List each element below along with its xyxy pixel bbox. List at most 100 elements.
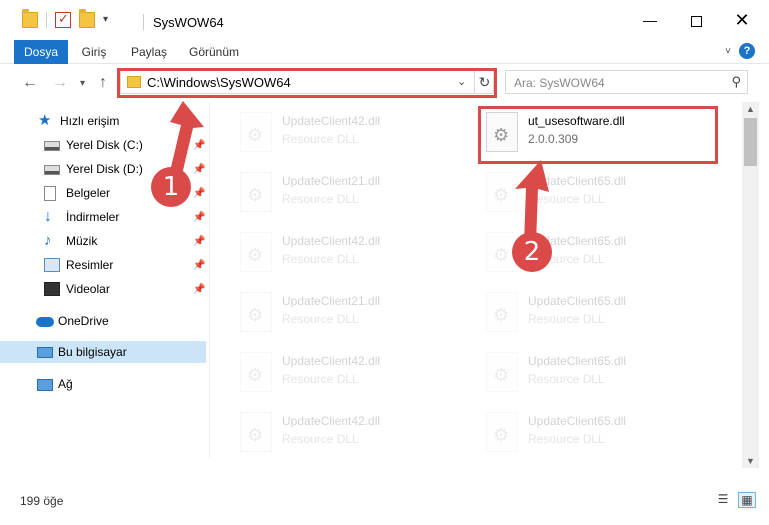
- recent-locations-icon[interactable]: ▾: [80, 78, 85, 89]
- sidebar-item-label: Yerel Disk (C:): [66, 138, 143, 152]
- help-icon[interactable]: ?: [739, 43, 755, 59]
- sidebar-item-network[interactable]: Ağ: [0, 373, 206, 395]
- search-input[interactable]: Ara: SysWOW64 ⚲: [505, 70, 748, 94]
- file-name: UpdateClient42.dll: [282, 354, 381, 368]
- tab-view[interactable]: Görünüm: [184, 40, 244, 64]
- list-item[interactable]: ⚙ UpdateClient65.dll Resource DLL: [478, 406, 708, 458]
- toolbar-divider: [46, 12, 47, 28]
- list-item[interactable]: ⚙ UpdateClient65.dll Resource DLL: [478, 286, 708, 338]
- list-item[interactable]: ⚙ UpdateClient65.dll Resource DLL: [478, 166, 708, 218]
- sidebar-item-music[interactable]: ♪ Müzik 📌: [0, 230, 206, 252]
- quick-access-toolbar: ▾: [22, 9, 119, 28]
- dll-file-icon: ⚙: [486, 172, 518, 212]
- window-title: SysWOW64: [153, 15, 224, 30]
- file-name: UpdateClient42.dll: [282, 114, 381, 128]
- dll-file-icon: ⚙: [240, 112, 272, 152]
- network-icon: [37, 379, 53, 391]
- file-description: Resource DLL: [282, 312, 359, 326]
- this-pc-icon: [37, 347, 53, 358]
- file-description: Resource DLL: [282, 252, 359, 266]
- file-highlight-box: [478, 106, 718, 164]
- new-folder-icon[interactable]: [79, 9, 95, 28]
- dll-file-icon: ⚙: [486, 412, 518, 452]
- downloads-icon: ↓: [44, 208, 52, 225]
- pin-icon[interactable]: 📌: [193, 260, 205, 271]
- sidebar-item-label: Hızlı erişim: [60, 114, 120, 128]
- onedrive-icon: [36, 317, 54, 327]
- list-item[interactable]: ⚙ UpdateClient21.dll Resource DLL: [232, 166, 462, 218]
- gear-icon: ⚙: [247, 245, 264, 265]
- minimize-button[interactable]: —: [627, 6, 673, 34]
- step-badge-2: 2: [512, 232, 552, 272]
- sidebar-item-pictures[interactable]: Resimler 📌: [0, 254, 206, 276]
- up-button[interactable]: ↑: [99, 74, 107, 92]
- sidebar-item-videos[interactable]: Videolar 📌: [0, 278, 206, 300]
- quick-access-icon: ★: [38, 112, 52, 129]
- scroll-down-icon[interactable]: ▼: [742, 456, 759, 466]
- pictures-icon: [44, 258, 60, 272]
- properties-icon[interactable]: [55, 11, 71, 28]
- title-divider: [143, 14, 144, 30]
- pin-icon[interactable]: 📌: [193, 164, 205, 175]
- documents-icon: [44, 185, 56, 201]
- expand-ribbon-icon[interactable]: ˅: [725, 46, 731, 57]
- sidebar-item-label: Ağ: [58, 377, 73, 391]
- list-item[interactable]: ⚙ UpdateClient65.dll Resource DLL: [478, 346, 708, 398]
- details-view-icon[interactable]: ☰: [714, 492, 732, 508]
- ribbon-tabs: Dosya Giriş Paylaş Görünüm ˅ ?: [0, 40, 769, 64]
- tab-share[interactable]: Paylaş: [124, 40, 174, 64]
- file-description: Resource DLL: [528, 432, 605, 446]
- file-name: UpdateClient65.dll: [528, 174, 627, 188]
- gear-icon: ⚙: [493, 185, 510, 205]
- gear-icon: ⚙: [247, 125, 264, 145]
- pin-icon[interactable]: 📌: [193, 140, 205, 151]
- drive-icon: [44, 165, 60, 175]
- pin-icon[interactable]: 📌: [193, 236, 205, 247]
- list-item[interactable]: ⚙ UpdateClient42.dll Resource DLL: [232, 106, 462, 158]
- gear-icon: ⚙: [493, 425, 510, 445]
- scroll-thumb[interactable]: [744, 118, 757, 166]
- vertical-scrollbar[interactable]: ▲ ▼: [742, 102, 759, 468]
- customize-toolbar-icon[interactable]: ▾: [103, 12, 119, 28]
- gear-icon: ⚙: [247, 365, 264, 385]
- close-button[interactable]: ✕: [719, 6, 765, 34]
- file-description: Resource DLL: [282, 372, 359, 386]
- forward-button[interactable]: →: [52, 74, 68, 92]
- dll-file-icon: ⚙: [240, 292, 272, 332]
- file-description: Resource DLL: [528, 312, 605, 326]
- pin-icon[interactable]: 📌: [193, 188, 205, 199]
- pin-icon[interactable]: 📌: [193, 212, 205, 223]
- list-item[interactable]: ⚙ UpdateClient42.dll Resource DLL: [232, 346, 462, 398]
- sidebar-item-onedrive[interactable]: OneDrive: [0, 310, 206, 332]
- list-item[interactable]: ⚙ UpdateClient42.dll Resource DLL: [232, 406, 462, 458]
- step-badge-1: 1: [151, 167, 191, 207]
- scroll-up-icon[interactable]: ▲: [742, 104, 759, 114]
- back-button[interactable]: ←: [22, 74, 38, 92]
- maximize-icon: [690, 15, 702, 27]
- sidebar-item-downloads[interactable]: ↓ İndirmeler 📌: [0, 206, 206, 228]
- sidebar-item-label: OneDrive: [58, 314, 109, 328]
- list-item[interactable]: ⚙ UpdateClient21.dll Resource DLL: [232, 286, 462, 338]
- list-item[interactable]: ⚙ UpdateClient42.dll Resource DLL: [232, 226, 462, 278]
- dll-file-icon: ⚙: [486, 292, 518, 332]
- tab-file[interactable]: Dosya: [14, 40, 68, 64]
- file-name: UpdateClient42.dll: [282, 414, 381, 428]
- tab-home[interactable]: Giriş: [74, 40, 114, 64]
- search-placeholder: Ara: SysWOW64: [514, 76, 605, 90]
- sidebar-item-label: Bu bilgisayar: [58, 345, 127, 359]
- pin-icon[interactable]: 📌: [193, 284, 205, 295]
- file-name: UpdateClient42.dll: [282, 234, 381, 248]
- gear-icon: ⚙: [247, 425, 264, 445]
- dll-file-icon: ⚙: [486, 352, 518, 392]
- item-count: 199 öğe: [20, 494, 64, 508]
- file-description: Resource DLL: [282, 132, 359, 146]
- sidebar-item-quick-access[interactable]: ★ Hızlı erişim: [0, 110, 206, 132]
- maximize-button[interactable]: [673, 6, 719, 34]
- large-icons-view-icon[interactable]: ▦: [738, 492, 756, 508]
- sidebar-item-drive-c[interactable]: Yerel Disk (C:) 📌: [0, 134, 206, 156]
- sidebar-item-this-pc[interactable]: Bu bilgisayar: [0, 341, 206, 363]
- videos-icon: [44, 282, 60, 296]
- dll-file-icon: ⚙: [240, 352, 272, 392]
- file-name: UpdateClient21.dll: [282, 294, 381, 308]
- search-icon[interactable]: ⚲: [731, 74, 741, 90]
